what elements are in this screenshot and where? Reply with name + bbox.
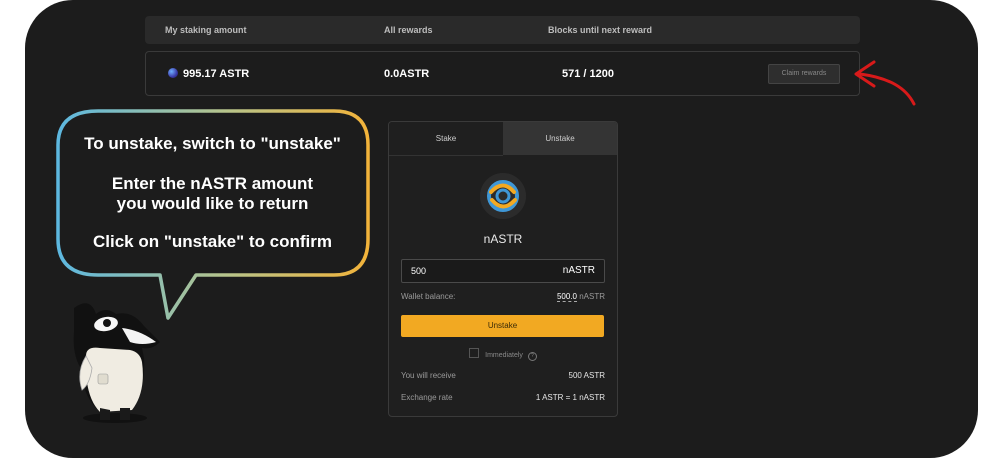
orca-mascot-icon [73,303,160,423]
astr-token-icon [168,68,178,78]
immediately-checkbox[interactable] [469,348,480,358]
tabs: Stake Unstake [389,122,617,156]
exchange-rate-value: 1 ASTR = 1 nASTR [535,393,605,402]
instruction-line-3: Click on "unstake" to confirm [92,232,333,251]
red-arrow-icon [854,60,916,106]
immediately-option: Immediately ? [389,348,617,361]
receive-value: 500 ASTR [568,371,605,380]
staking-table-header: My staking amount All rewards Blocks unt… [145,16,860,44]
unstake-card: Stake Unstake nASTR 500 nASTR Wallet bal… [388,121,618,417]
claim-rewards-button[interactable]: Claim rewards [768,64,840,84]
staking-table-row: 995.17 ASTR 0.0ASTR 571 / 1200 Claim rew… [145,51,860,96]
wallet-balance-value[interactable]: 500.0 [556,292,577,302]
blocks-value: 571 / 1200 [562,68,614,80]
exchange-rate-label: Exchange rate [401,393,453,402]
wallet-balance-unit: nASTR [579,292,605,301]
instructions-bubble: To unstake, switch to "unstake" Enter th… [56,110,369,325]
all-rewards-value: 0.0ASTR [384,68,430,80]
amount-input[interactable]: 500 nASTR [401,259,605,283]
immediately-label: Immediately [485,352,523,359]
header-all-rewards: All rewards [384,25,433,35]
receive-row: You will receive 500 ASTR [401,371,605,380]
tab-stake[interactable]: Stake [389,122,503,156]
instruction-line-1: To unstake, switch to "unstake" [84,134,341,153]
unstake-button[interactable]: Unstake [401,315,604,337]
staking-amount-value: 995.17 ASTR [183,68,250,80]
header-blocks: Blocks until next reward [548,25,653,35]
instruction-line-2b: you would like to return [116,194,309,213]
exchange-rate-row: Exchange rate 1 ASTR = 1 nASTR [401,393,605,402]
info-icon: ? [527,352,537,361]
receive-label: You will receive [401,371,456,380]
token-name: nASTR [483,232,523,246]
nastr-token-icon [480,173,526,219]
instruction-line-2a: Enter the nASTR amount [111,174,314,193]
wallet-balance: Wallet balance: 500.0 nASTR [401,292,605,302]
amount-unit: nASTR [562,265,595,276]
header-staking-amount: My staking amount [165,25,247,35]
tab-unstake[interactable]: Unstake [503,122,617,155]
wallet-balance-label: Wallet balance: [401,292,456,301]
amount-value: 500 [411,266,427,276]
